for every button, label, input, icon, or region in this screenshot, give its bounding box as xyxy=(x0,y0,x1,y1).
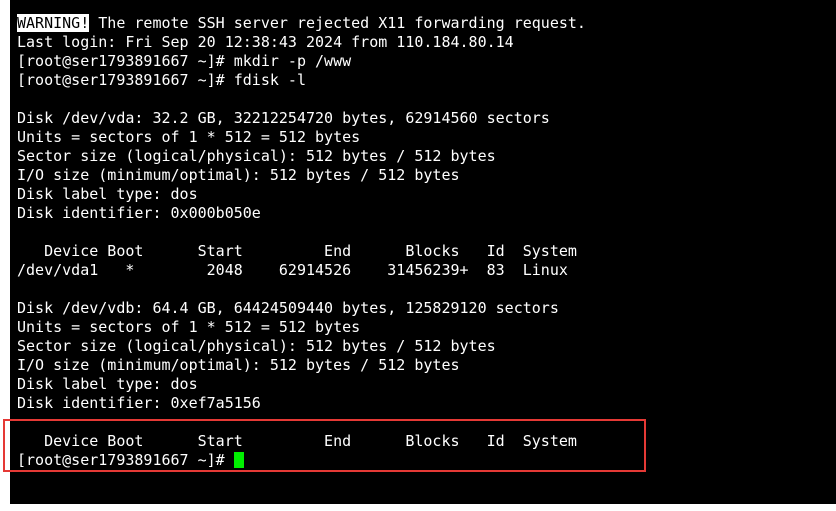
shell-prompt: [root@ser1793891667 ~]# xyxy=(17,451,234,469)
terminal-line: I/O size (minimum/optimal): 512 bytes / … xyxy=(17,356,460,374)
terminal-line: Last login: Fri Sep 20 12:38:43 2024 fro… xyxy=(17,33,514,51)
terminal-line: [root@ser1793891667 ~]# mkdir -p /www xyxy=(17,52,352,70)
terminal-line: Device Boot Start End Blocks Id System xyxy=(17,242,577,260)
terminal-line: Sector size (logical/physical): 512 byte… xyxy=(17,147,496,165)
terminal-line: Units = sectors of 1 * 512 = 512 bytes xyxy=(17,128,361,146)
terminal-line: Disk identifier: 0x000b050e xyxy=(17,204,261,222)
terminal-line-prompt[interactable]: [root@ser1793891667 ~]# xyxy=(17,451,586,470)
terminal-line: Disk /dev/vda: 32.2 GB, 32212254720 byte… xyxy=(17,109,550,127)
terminal-line: Disk label type: dos xyxy=(17,185,198,203)
terminal-window[interactable]: WARNING! The remote SSH server rejected … xyxy=(10,0,836,504)
terminal-line: Disk identifier: 0xef7a5156 xyxy=(17,394,261,412)
screenshot: WARNING! The remote SSH server rejected … xyxy=(0,0,836,511)
terminal-line: /dev/vda1 * 2048 62914526 31456239+ 83 L… xyxy=(17,261,568,279)
warning-badge: WARNING! xyxy=(17,14,90,32)
text-cursor xyxy=(233,452,244,468)
warning-message: The remote SSH server rejected X11 forwa… xyxy=(89,14,586,32)
terminal-line: Sector size (logical/physical): 512 byte… xyxy=(17,337,496,355)
terminal-line: I/O size (minimum/optimal): 512 bytes / … xyxy=(17,166,460,184)
terminal-line: Device Boot Start End Blocks Id System xyxy=(17,432,577,450)
terminal-line: Units = sectors of 1 * 512 = 512 bytes xyxy=(17,318,361,336)
terminal-output: WARNING! The remote SSH server rejected … xyxy=(17,14,586,470)
terminal-line: Disk label type: dos xyxy=(17,375,198,393)
terminal-line: Disk /dev/vdb: 64.4 GB, 64424509440 byte… xyxy=(17,299,559,317)
terminal-line-warning: WARNING! The remote SSH server rejected … xyxy=(17,14,586,33)
terminal-line: [root@ser1793891667 ~]# fdisk -l xyxy=(17,71,306,89)
